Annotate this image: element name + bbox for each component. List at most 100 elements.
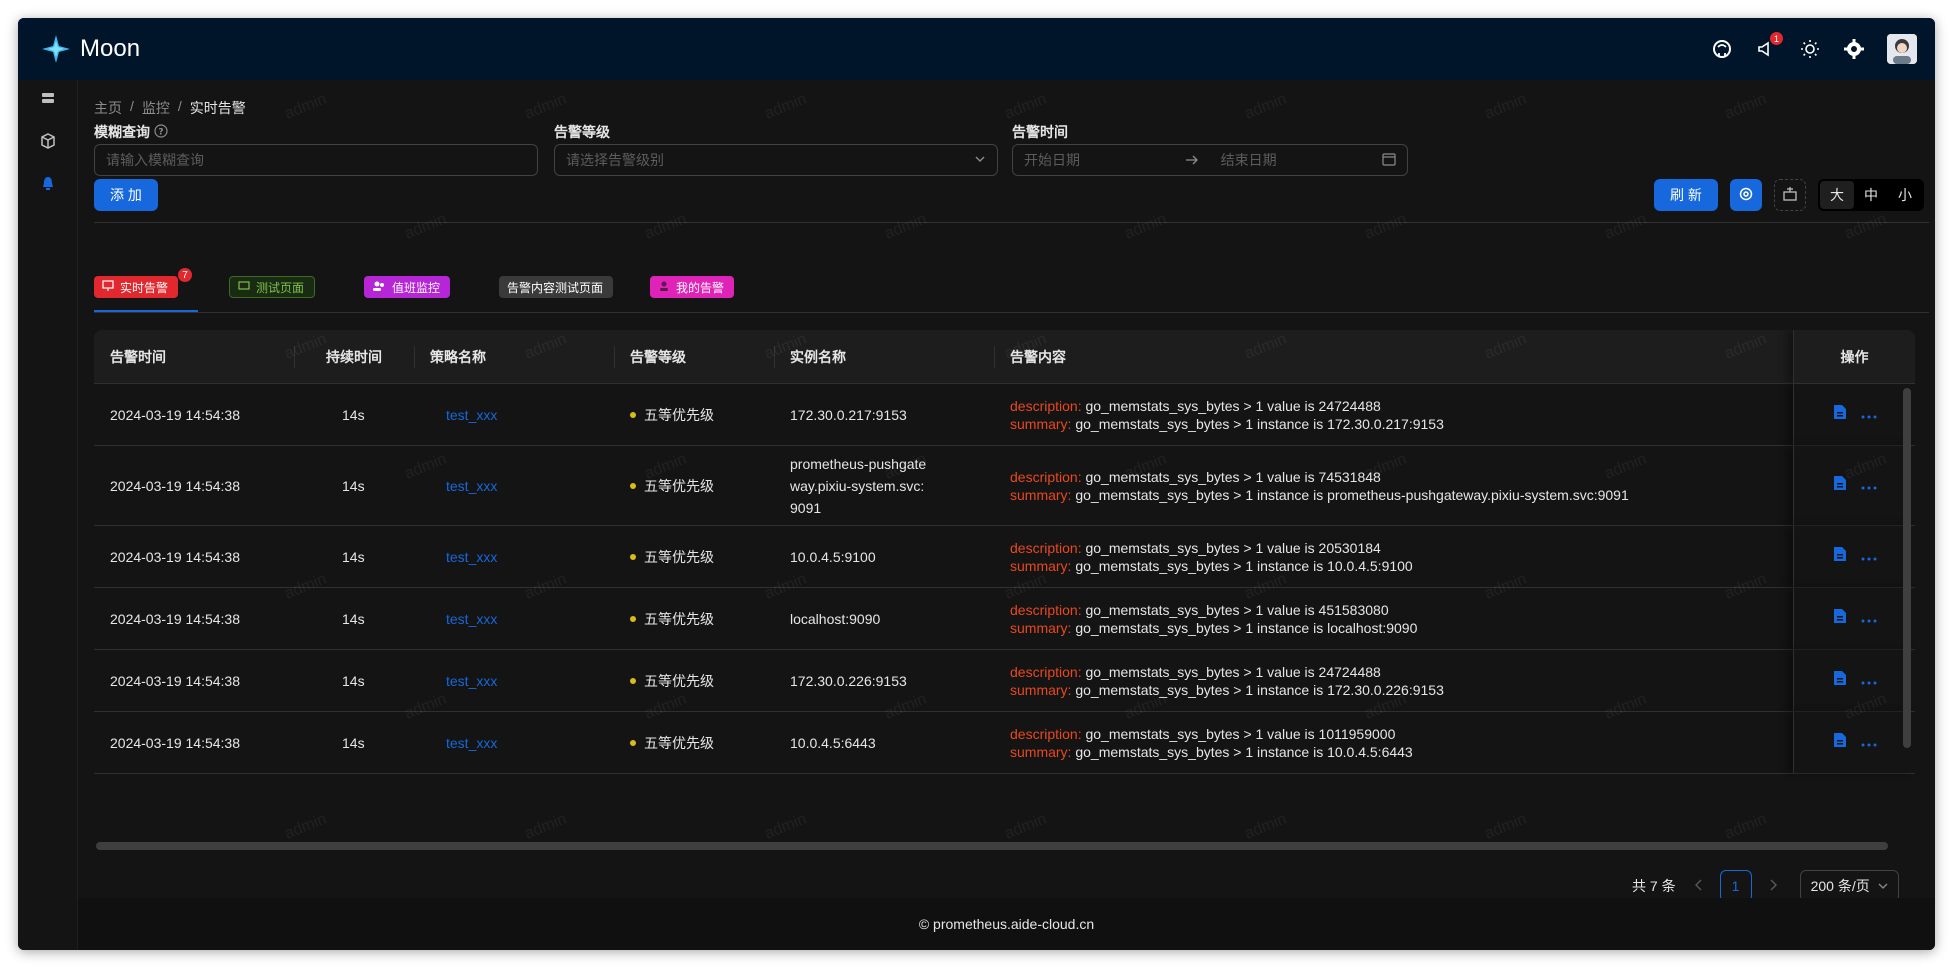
tab-label: 测试页面 [256, 280, 305, 295]
user-avatar[interactable] [1887, 34, 1917, 64]
detail-file-icon[interactable] [1833, 608, 1847, 629]
app-logo[interactable]: Moon [40, 33, 140, 65]
more-ellipsis-icon[interactable] [1861, 672, 1877, 690]
settings-gear-icon[interactable] [1843, 38, 1865, 60]
cell-alert-time: 2024-03-19 14:54:38 [110, 548, 240, 565]
more-ellipsis-icon[interactable] [1861, 548, 1877, 566]
alert-time-range-picker[interactable]: 开始日期 结束日期 [1012, 144, 1408, 176]
detail-file-icon[interactable] [1833, 546, 1847, 567]
sidebar-item-dashboard[interactable] [18, 80, 78, 122]
tab-label: 我的告警 [676, 280, 725, 295]
cell-strategy-link[interactable]: test_xxx [446, 588, 497, 649]
summary-key: summary: [1010, 415, 1072, 432]
size-large-option[interactable]: 大 [1820, 181, 1854, 209]
table-row[interactable]: 2024-03-19 14:54:38 14s test_xxx 五等优先级 1… [94, 526, 1915, 588]
detail-file-icon[interactable] [1833, 732, 1847, 753]
tab-realtime-alert[interactable]: 实时告警 7 [94, 268, 193, 298]
theme-sun-icon[interactable] [1799, 38, 1821, 60]
sidebar-item-resources[interactable] [18, 122, 78, 164]
horizontal-scrollbar[interactable] [96, 842, 1888, 850]
size-medium-option[interactable]: 中 [1854, 181, 1888, 209]
row-actions [1793, 650, 1915, 711]
tab-label: 实时告警 [120, 280, 169, 295]
table-row[interactable]: 2024-03-19 14:54:38 14s test_xxx 五等优先级 l… [94, 588, 1915, 650]
vertical-scrollbar[interactable] [1903, 388, 1911, 748]
next-page-chevron-icon[interactable] [1768, 878, 1778, 894]
column-header-duration[interactable]: 持续时间 [326, 330, 382, 384]
cell-strategy-link[interactable]: test_xxx [446, 446, 497, 525]
footer: © prometheus.aide-cloud.cn [78, 898, 1935, 950]
level-dot [630, 411, 636, 418]
detail-file-icon[interactable] [1833, 670, 1847, 691]
table-row[interactable]: 2024-03-19 14:54:38 14s test_xxx 五等优先级 1… [94, 384, 1915, 446]
cell-level: 五等优先级 [644, 734, 714, 751]
more-ellipsis-icon[interactable] [1861, 477, 1877, 495]
table-row[interactable]: 2024-03-19 14:54:38 14s test_xxx 五等优先级 p… [94, 446, 1915, 526]
cell-strategy-link[interactable]: test_xxx [446, 526, 497, 587]
tab-duty-monitor[interactable]: 值班监控 [364, 276, 451, 298]
detail-file-icon[interactable] [1833, 475, 1847, 496]
summary-key: summary: [1010, 619, 1072, 636]
cell-duration: 14s [342, 734, 365, 751]
help-circle-icon[interactable]: ? [154, 123, 168, 141]
column-header-alert-time[interactable]: 告警时间 [110, 330, 166, 384]
cell-strategy-link[interactable]: test_xxx [446, 712, 497, 773]
row-actions [1793, 526, 1915, 587]
start-date-input[interactable]: 开始日期 [1024, 150, 1174, 170]
alert-level-placeholder: 请选择告警级别 [566, 152, 664, 168]
sidebar-item-monitor[interactable] [18, 164, 78, 206]
notification-icon[interactable]: 1 [1755, 32, 1783, 60]
row-actions [1793, 712, 1915, 773]
alert-time-label: 告警时间 [1012, 124, 1068, 140]
size-small-option[interactable]: 小 [1888, 181, 1922, 209]
cell-level: 五等优先级 [644, 477, 714, 494]
cell-level: 五等优先级 [644, 610, 714, 627]
user-icon [658, 280, 670, 295]
cell-instance: prometheus-pushgateway.pixiu-system.svc:… [790, 455, 927, 516]
column-header-content[interactable]: 告警内容 [1010, 330, 1066, 384]
prev-page-chevron-icon[interactable] [1694, 878, 1704, 894]
breadcrumb: 主页 / 监控 / 实时告警 [94, 98, 246, 118]
tab-my-alerts[interactable]: 我的告警 [650, 276, 735, 298]
breadcrumb-home[interactable]: 主页 [94, 98, 122, 118]
refresh-button[interactable]: 刷 新 [1654, 179, 1718, 211]
column-settings-button[interactable] [1730, 179, 1762, 211]
alert-level-select[interactable]: 请选择告警级别 [554, 144, 998, 176]
table-row[interactable]: 2024-03-19 14:54:38 14s test_xxx 五等优先级 1… [94, 712, 1915, 774]
cell-strategy-link[interactable]: test_xxx [446, 650, 497, 711]
add-button[interactable]: 添 加 [94, 179, 158, 211]
table-row[interactable]: 2024-03-19 14:54:38 14s test_xxx 五等优先级 1… [94, 650, 1915, 712]
cell-instance: 10.0.4.5:6443 [790, 734, 876, 751]
level-dot [630, 615, 636, 622]
cell-alert-time: 2024-03-19 14:54:38 [110, 406, 240, 423]
server-icon [40, 91, 56, 112]
monitor-icon [238, 280, 250, 295]
column-header-level[interactable]: 告警等级 [630, 330, 686, 384]
cell-alert-time: 2024-03-19 14:54:38 [110, 672, 240, 689]
more-ellipsis-icon[interactable] [1861, 610, 1877, 628]
density-toggle-button[interactable] [1774, 179, 1806, 211]
column-header-instance[interactable]: 实例名称 [790, 330, 846, 384]
cell-description: go_memstats_sys_bytes > 1 value is 24724… [1085, 397, 1381, 414]
end-date-input[interactable]: 结束日期 [1221, 150, 1371, 170]
fuzzy-query-input[interactable]: 请输入模糊查询 [94, 144, 538, 176]
more-ellipsis-icon[interactable] [1861, 734, 1877, 752]
tab-count-badge: 7 [178, 268, 193, 282]
tab-alert-content-test[interactable]: 告警内容测试页面 [499, 276, 614, 298]
summary-key: summary: [1010, 486, 1072, 503]
chevron-down-icon [1878, 878, 1888, 894]
cell-strategy-link[interactable]: test_xxx [446, 384, 497, 445]
column-header-strategy[interactable]: 策略名称 [430, 330, 486, 384]
tab-test-page[interactable]: 测试页面 [229, 276, 316, 298]
tabs-divider [94, 312, 1929, 313]
summary-key: summary: [1010, 557, 1072, 574]
cell-instance: 10.0.4.5:9100 [790, 548, 876, 565]
breadcrumb-monitor[interactable]: 监控 [142, 98, 170, 118]
detail-file-icon[interactable] [1833, 404, 1847, 425]
cell-description: go_memstats_sys_bytes > 1 value is 10119… [1085, 725, 1396, 742]
settings-gear-icon [1738, 186, 1754, 205]
github-icon[interactable] [1711, 38, 1733, 60]
breadcrumb-separator: / [177, 98, 182, 114]
more-ellipsis-icon[interactable] [1861, 406, 1877, 424]
cell-description: go_memstats_sys_bytes > 1 value is 45158… [1085, 601, 1389, 618]
